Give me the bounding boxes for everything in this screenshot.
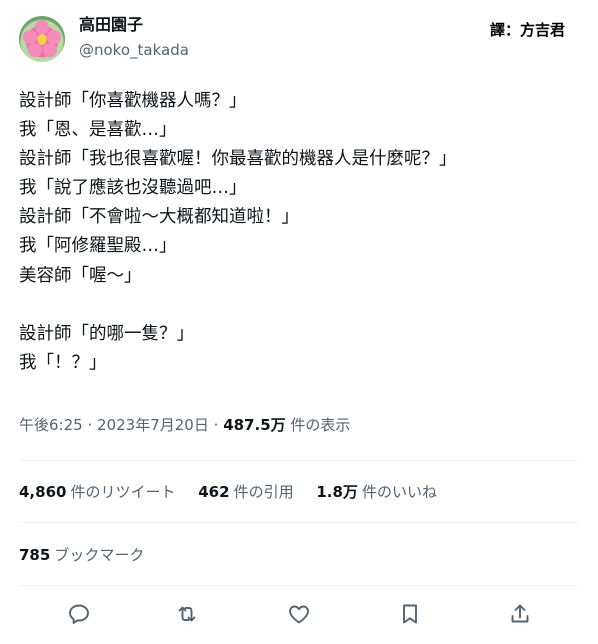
retweets-label: 件のリツイート [70, 483, 176, 501]
flower-petal [47, 30, 61, 44]
share-icon [511, 604, 529, 623]
tweet-line: 我「阿修羅聖殿…」 [19, 236, 177, 257]
flower-center [37, 34, 47, 44]
tweet-line: 我「！？」 [19, 352, 107, 373]
likes-label: 件のいいね [361, 483, 437, 501]
like-button[interactable] [285, 600, 313, 628]
meta-separator: · [87, 416, 93, 434]
heart-icon [289, 605, 309, 624]
likes-count: 1.8万 [316, 483, 358, 501]
tweet-date[interactable]: 2023年7月20日 [97, 416, 209, 434]
divider [19, 460, 578, 461]
retweets-stat[interactable]: 4,860 件のリツイート [19, 481, 175, 503]
flower-petal [23, 30, 37, 44]
bookmark-button[interactable] [396, 600, 424, 628]
avatar[interactable] [19, 16, 65, 62]
divider [19, 585, 578, 586]
bookmarks-label: ブックマーク [54, 546, 145, 564]
likes-stat[interactable]: 1.8万 件のいいね [316, 481, 437, 503]
user-handle[interactable]: @noko_takada [79, 40, 189, 60]
divider [19, 522, 578, 523]
flower-petal [35, 20, 49, 34]
tweet-line: 設計師「的哪一隻？」 [19, 323, 194, 344]
quotes-count: 462 [198, 483, 230, 501]
bookmarks-stat[interactable]: 785 ブックマーク [19, 544, 144, 566]
quotes-label: 件の引用 [233, 483, 294, 501]
reply-button[interactable] [65, 600, 93, 628]
flower-petal [28, 43, 42, 57]
share-button[interactable] [506, 600, 534, 628]
meta-separator: · [213, 416, 219, 434]
tweet-time[interactable]: 午後6:25 [19, 416, 83, 434]
flower-petal [43, 43, 57, 57]
translator-credit: 譯：方吉君 [490, 21, 566, 39]
tweet-line: 我「說了應該也沒聽過吧…」 [19, 178, 247, 199]
reply-icon [69, 604, 89, 624]
bookmark-icon [403, 604, 417, 624]
retweet-button[interactable] [173, 600, 201, 628]
tweet-line: 我「恩、是喜歡…」 [19, 120, 177, 141]
tweet-line: 美容師「喔～」 [19, 265, 142, 286]
views-label[interactable]: 件の表示 [290, 416, 350, 434]
tweet-line: 設計師「你喜歡機器人嗎？」 [19, 91, 247, 111]
tweet-line: 設計師「我也很喜歡喔！你最喜歡的機器人是什麼呢？」 [19, 149, 457, 170]
engagement-stats: 4,860 件のリツイート 462 件の引用 1.8万 件のいいね [19, 481, 455, 503]
quotes-stat[interactable]: 462 件の引用 [198, 481, 293, 503]
bookmarks-count: 785 [19, 546, 51, 564]
retweet-icon [178, 606, 196, 622]
tweet-text: 設計師「你喜歡機器人嗎？」 我「恩、是喜歡…」 設計師「我也很喜歡喔！你最喜歡的… [19, 87, 579, 378]
retweets-count: 4,860 [19, 483, 67, 501]
tweet-page: 高田園子 @noko_takada 譯：方吉君 設計師「你喜歡機器人嗎？」 我「… [0, 0, 598, 644]
views-count[interactable]: 487.5万 [223, 416, 285, 434]
tweet-meta: 午後6:25 · 2023年7月20日 · 487.5万 件の表示 [19, 414, 350, 436]
tweet-line: 設計師「不會啦～大概都知道啦！」 [19, 207, 299, 228]
display-name[interactable]: 高田園子 [79, 15, 143, 35]
